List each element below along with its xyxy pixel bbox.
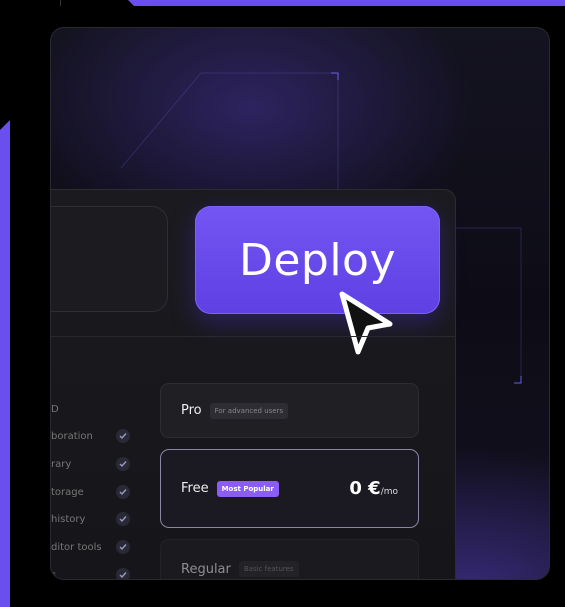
plan-name: Free bbox=[181, 481, 209, 496]
plan-name: Regular bbox=[181, 561, 231, 577]
plan-price: 0 €/mo bbox=[349, 478, 398, 499]
pricing-panel: Deploy D boration rary torage history di… bbox=[51, 189, 456, 579]
deploy-button[interactable]: Deploy bbox=[195, 206, 440, 314]
plan-regular[interactable]: Regular Basic features bbox=[160, 539, 419, 579]
plan-tag: Basic features bbox=[238, 561, 299, 577]
check-icon bbox=[116, 485, 130, 499]
plan-name: Pro bbox=[181, 403, 202, 418]
price-amount: 0 € bbox=[349, 478, 381, 499]
price-unit: /mo bbox=[380, 487, 398, 497]
feature-item: boration bbox=[51, 427, 131, 445]
left-accent-bar bbox=[0, 120, 10, 607]
panel-divider bbox=[51, 336, 456, 337]
plan-tag: For advanced users bbox=[209, 402, 289, 419]
feature-item: torage bbox=[51, 483, 131, 501]
plan-free[interactable]: Free Most Popular 0 €/mo bbox=[160, 449, 419, 528]
feature-label: D bbox=[51, 403, 59, 415]
option-card[interactable] bbox=[51, 206, 168, 312]
check-icon bbox=[116, 540, 130, 554]
check-icon bbox=[116, 429, 130, 443]
deploy-label: Deploy bbox=[238, 234, 397, 286]
feature-item: rary bbox=[51, 455, 131, 473]
top-divider-line bbox=[60, 0, 61, 6]
cursor-icon bbox=[339, 291, 393, 355]
feature-item: ditor tools bbox=[51, 538, 131, 556]
feature-item: D bbox=[51, 400, 131, 418]
most-popular-badge: Most Popular bbox=[216, 480, 279, 497]
feature-item: s bbox=[51, 566, 131, 579]
check-icon bbox=[116, 568, 130, 579]
feature-item: history bbox=[51, 510, 131, 528]
check-icon bbox=[116, 512, 130, 526]
top-accent-bar bbox=[128, 0, 565, 6]
check-icon bbox=[116, 457, 130, 471]
hero-card: Deploy D boration rary torage history di… bbox=[50, 27, 550, 580]
plan-pro[interactable]: Pro For advanced users bbox=[160, 383, 419, 438]
